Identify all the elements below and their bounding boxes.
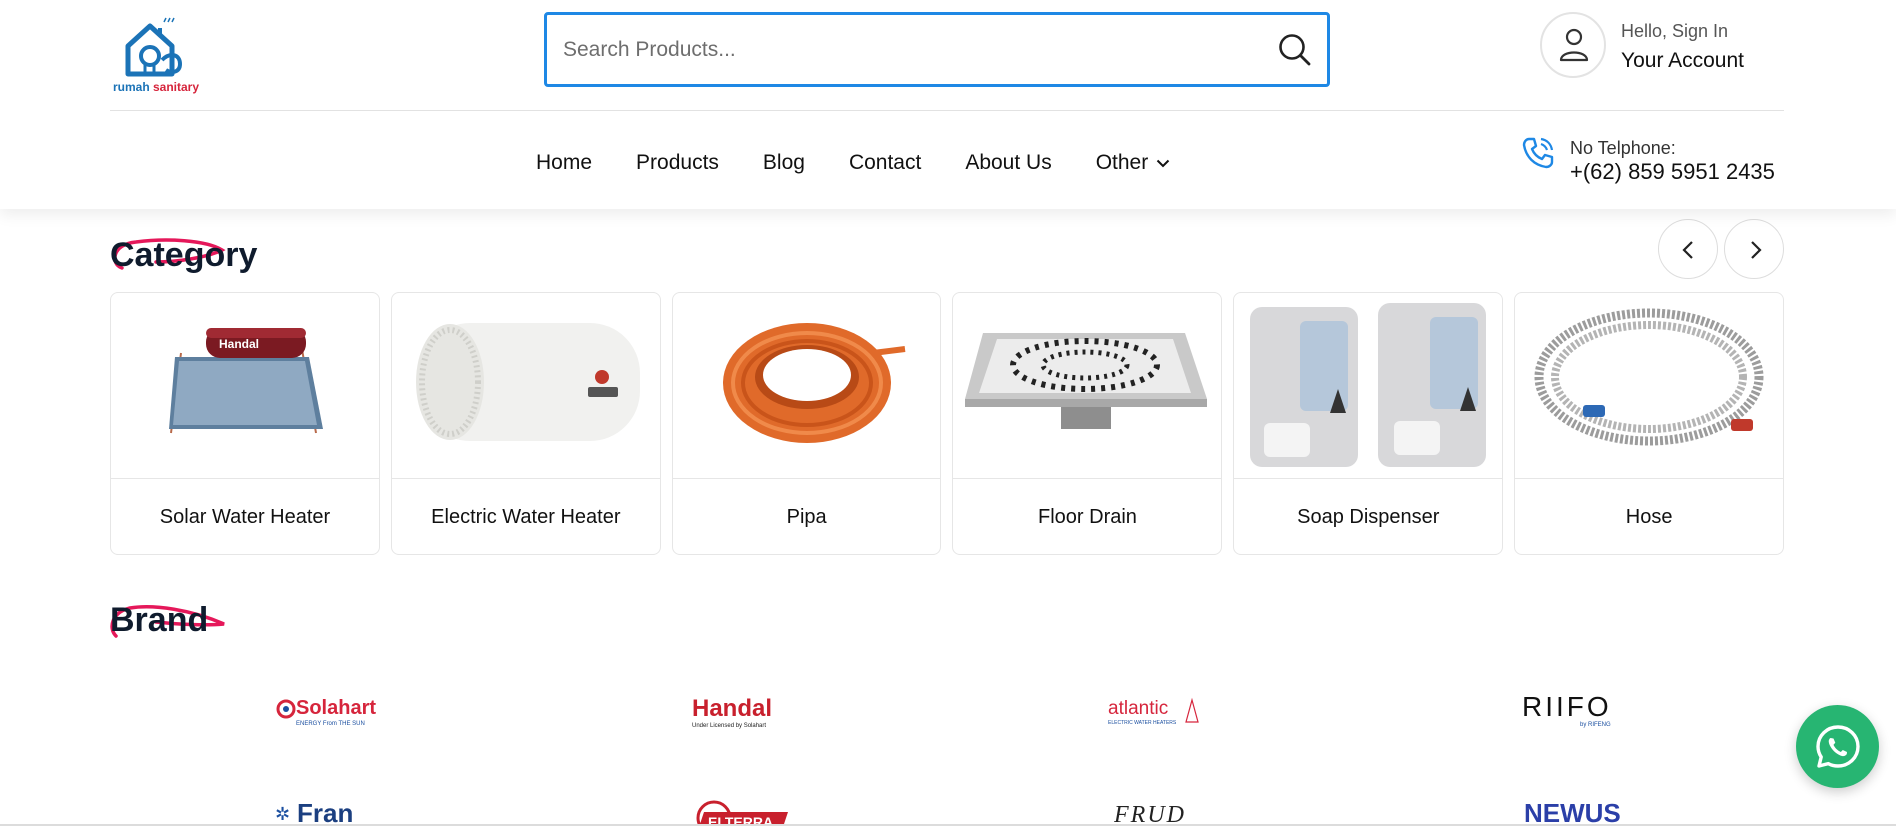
main-nav: Home Products Blog Contact About Us Othe… xyxy=(536,148,1214,178)
category-carousel: Handal Solar Water Heater Electric Water… xyxy=(110,292,1784,555)
category-card-label: Pipa xyxy=(786,505,827,528)
solar-water-heater-image: Handal xyxy=(169,328,323,434)
newus-logo: NEWUS xyxy=(1524,798,1621,826)
category-card-solar-water-heater[interactable]: Handal Solar Water Heater xyxy=(110,292,380,555)
fran-logo: ✲ Fran xyxy=(275,798,353,826)
atlantic-logo: atlantic ELECTRIC WATER HEATERS xyxy=(1108,697,1199,726)
chevron-right-icon xyxy=(1751,241,1762,259)
category-prev-button[interactable] xyxy=(1658,219,1718,279)
phone-number: +(62) 859 5951 2435 xyxy=(1570,159,1775,184)
logo-wordmark: rumah sanitary xyxy=(112,80,200,94)
svg-text:Fran: Fran xyxy=(297,798,353,826)
nav-item-contact[interactable]: Contact xyxy=(849,148,921,178)
brand-logo-frud[interactable]: FRUD xyxy=(1113,790,1334,826)
phone-contact[interactable]: No Telphone: +(62) 859 5951 2435 xyxy=(1520,135,1780,185)
svg-text:by RIFENG: by RIFENG xyxy=(1580,722,1611,728)
svg-text:FRUD: FRUD xyxy=(1114,802,1186,826)
phone-label: No Telphone: xyxy=(1570,138,1676,158)
category-title: Category xyxy=(110,236,258,274)
nav-item-home[interactable]: Home xyxy=(536,148,592,178)
search-bar xyxy=(544,12,1330,87)
floor-drain-image xyxy=(965,333,1208,429)
category-card-floor-drain[interactable]: Floor Drain xyxy=(952,292,1223,555)
brand-logo-newus[interactable]: NEWUS xyxy=(1524,790,1744,826)
nav-item-blog[interactable]: Blog xyxy=(763,148,805,178)
elterra-logo: ELTERRA xyxy=(696,800,788,826)
category-next-button[interactable] xyxy=(1724,219,1784,279)
nav-label: About Us xyxy=(965,151,1052,174)
frud-logo: FRUD xyxy=(1113,802,1186,826)
handal-logo: Handal Under Licensed by Solahart xyxy=(692,695,772,729)
nav-label: Other xyxy=(1095,151,1149,174)
nav-label: Products xyxy=(636,151,719,174)
whatsapp-button[interactable] xyxy=(1796,705,1879,788)
category-card-soap-dispenser[interactable]: Soap Dispenser xyxy=(1233,292,1504,555)
category-card-label: Soap Dispenser xyxy=(1297,505,1440,528)
nav-label: Home xyxy=(536,151,593,174)
nav-label: Contact xyxy=(848,151,922,174)
brand-logo-riifo[interactable]: RIIFO by RIFENG xyxy=(1522,680,1742,740)
svg-text:atlantic: atlantic xyxy=(1108,698,1168,719)
phone-icon xyxy=(1522,137,1554,169)
nav-item-products[interactable]: Products xyxy=(636,148,719,178)
search-input[interactable] xyxy=(563,33,1243,67)
account-title: Your Account xyxy=(1621,49,1744,72)
soap-dispenser-image xyxy=(1250,303,1487,467)
electric-water-heater-image xyxy=(415,323,640,441)
svg-text:Under Licensed by Solahart: Under Licensed by Solahart xyxy=(692,723,766,729)
site-header: rumah sanitary Hello, Sign In Your Accou… xyxy=(0,0,1896,209)
chevron-left-icon xyxy=(1682,241,1693,259)
whatsapp-icon xyxy=(1816,725,1860,768)
svg-text:ENERGY From THE SUN: ENERGY From THE SUN xyxy=(296,721,365,727)
svg-text:RIIFO: RIIFO xyxy=(1522,691,1612,722)
house-logo-icon xyxy=(125,17,183,77)
search-icon[interactable] xyxy=(1277,32,1313,68)
chevron-down-icon xyxy=(1157,159,1170,167)
brand-logo-atlantic[interactable]: atlantic ELECTRIC WATER HEATERS xyxy=(1108,680,1328,740)
category-card-label: Floor Drain xyxy=(1038,505,1137,528)
nav-item-other[interactable]: Other xyxy=(1096,148,1171,178)
svg-text:ELECTRIC WATER HEATERS: ELECTRIC WATER HEATERS xyxy=(1108,720,1177,726)
avatar xyxy=(1540,12,1606,78)
brand-logo-elterra[interactable]: ELTERRA xyxy=(694,790,914,826)
solahart-logo: Solahart ENERGY From THE SUN xyxy=(276,697,376,727)
nav-label: Blog xyxy=(762,151,805,174)
site-logo[interactable]: rumah sanitary xyxy=(110,16,202,96)
category-card-label: Hose xyxy=(1625,505,1673,528)
account-link[interactable]: Hello, Sign In Your Account xyxy=(1540,12,1760,80)
svg-text:✲: ✲ xyxy=(275,804,290,824)
steel-hose-image xyxy=(1534,308,1764,446)
brand-row: ✲ Fran ELTERRA FRUD NEWUS xyxy=(110,790,1784,826)
orange-pipe-coil-image xyxy=(722,323,906,443)
riifo-logo: RIIFO by RIFENG xyxy=(1522,691,1612,728)
account-greeting: Hello, Sign In xyxy=(1621,21,1729,41)
category-card-pipa[interactable]: Pipa xyxy=(671,292,942,555)
brand-logo-handal[interactable]: Handal Under Licensed by Solahart xyxy=(690,680,910,740)
brand-title: Brand xyxy=(110,601,209,639)
brand-logo-fran[interactable]: ✲ Fran xyxy=(275,790,495,826)
nav-item-about-us[interactable]: About Us xyxy=(965,148,1051,178)
category-card-label: Solar Water Heater xyxy=(159,505,331,528)
category-card-electric-water-heater[interactable]: Electric Water Heater xyxy=(390,292,661,555)
header-divider xyxy=(110,110,1784,111)
user-icon xyxy=(1559,28,1589,62)
brand-logo-solahart[interactable]: Solahart ENERGY From THE SUN xyxy=(270,680,490,740)
category-card-hose[interactable]: Hose xyxy=(1514,292,1784,555)
brand-row: Solahart ENERGY From THE SUN Handal Unde… xyxy=(110,680,1784,740)
svg-text:NEWUS: NEWUS xyxy=(1524,798,1621,826)
svg-text:Handal: Handal xyxy=(692,695,772,722)
page: rumah sanitary Hello, Sign In Your Accou… xyxy=(0,0,1896,826)
category-card-label: Electric Water Heater xyxy=(431,505,621,528)
svg-text:Handal: Handal xyxy=(219,337,259,351)
svg-text:Solahart: Solahart xyxy=(296,697,376,719)
